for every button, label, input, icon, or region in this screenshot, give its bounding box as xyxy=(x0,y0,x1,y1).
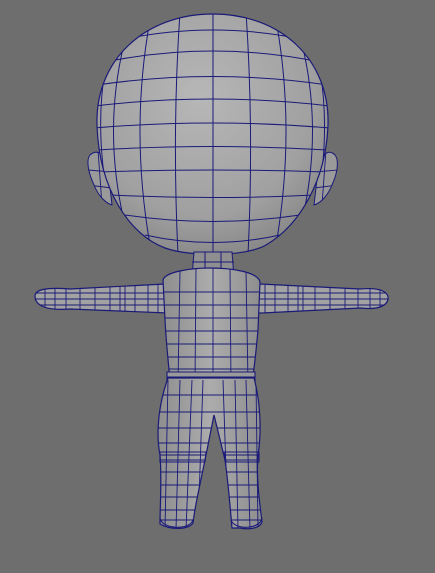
torso xyxy=(162,267,261,384)
head xyxy=(96,13,329,256)
character-model[interactable] xyxy=(0,0,435,573)
legs xyxy=(157,377,263,530)
3d-viewport[interactable] xyxy=(0,0,435,573)
